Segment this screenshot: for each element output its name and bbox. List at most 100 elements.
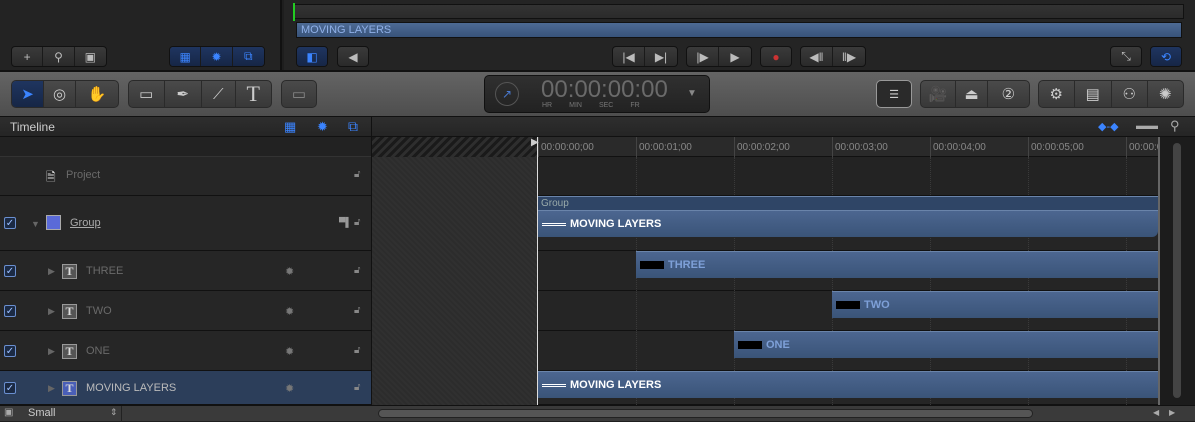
layers-panel-icon[interactable]: ▦: [170, 47, 202, 66]
expand-triangle-icon[interactable]: ▶: [48, 383, 55, 394]
mask-icon[interactable]: ▭: [282, 81, 316, 107]
playhead[interactable]: [537, 137, 538, 405]
go-end-icon[interactable]: ▶|: [645, 47, 677, 66]
group-clip-moving-layers[interactable]: MOVING LAYERS: [538, 210, 1158, 237]
timecode-dropdown-icon[interactable]: ▼: [687, 88, 697, 99]
lock-icon[interactable]: 🔓︎: [354, 169, 360, 180]
clip-two[interactable]: TWO: [832, 291, 1158, 318]
clip-moving-layers[interactable]: MOVING LAYERS: [538, 371, 1158, 398]
next-frame-icon[interactable]: ‖▶: [833, 47, 865, 66]
visibility-checkbox[interactable]: ✓: [4, 217, 16, 229]
collapse-triangle-icon[interactable]: ▼: [31, 219, 40, 229]
expand-triangle-icon[interactable]: ▶: [48, 346, 55, 357]
vertical-scroll-thumb[interactable]: [1173, 143, 1181, 398]
scroll-right-icon[interactable]: ▶: [1169, 408, 1175, 417]
grid-line: [1126, 157, 1127, 405]
layers-view-icon[interactable]: ▦: [284, 119, 296, 135]
play-icon[interactable]: ▶: [719, 47, 751, 66]
timecode-display: ↗ 00:00:00:00 HR MIN SEC FR ▼: [484, 75, 710, 113]
gear-icon[interactable]: ✹: [317, 119, 328, 135]
filters-icon[interactable]: ▤: [1075, 81, 1112, 107]
layer-panel-icon[interactable]: ◧: [297, 47, 327, 66]
fullscreen-icon[interactable]: ⤡: [1111, 47, 1141, 66]
layer-row[interactable]: ✓ ▶ T TWO ✹ 🔓︎: [0, 291, 371, 331]
layer-row[interactable]: ✓ ▶ T ONE ✹ 🔓︎: [0, 331, 371, 371]
scroll-left-icon[interactable]: ◀: [1153, 408, 1159, 417]
layer-row[interactable]: ✓ ▶ T MOVING LAYERS ✹ 🔓︎: [0, 371, 371, 405]
lock-icon[interactable]: 🔓︎: [354, 345, 360, 356]
ruler-label: 00:00:03;00: [835, 142, 888, 153]
visibility-checkbox[interactable]: ✓: [4, 345, 16, 357]
clip-label: MOVING LAYERS: [570, 379, 662, 391]
layer-row[interactable]: ✓ ▶ T THREE ✹ 🔓︎: [0, 251, 371, 291]
layer-name[interactable]: THREE: [86, 265, 123, 277]
horizontal-scrollbar[interactable]: [378, 409, 1033, 418]
media-stack-icon[interactable]: ⧉: [348, 118, 358, 135]
timecode-value[interactable]: 00:00:00:00: [541, 76, 668, 104]
clip-label: THREE: [668, 259, 706, 271]
zoom-icon[interactable]: ⚲: [1170, 118, 1180, 134]
behavior-gear-icon[interactable]: ✹: [285, 305, 294, 318]
split-icon[interactable]: ▬▬: [1136, 120, 1158, 132]
keyframe-snap-icon[interactable]: ◆-◆: [1098, 120, 1119, 133]
add-icon[interactable]: +: [12, 47, 44, 66]
visibility-checkbox[interactable]: ✓: [4, 265, 16, 277]
audio-icon[interactable]: ◀: [338, 47, 368, 66]
media-icon[interactable]: ⧉: [232, 47, 264, 66]
select-arrow-icon[interactable]: ➤: [12, 81, 44, 107]
ruler-tick: [636, 137, 637, 157]
layer-name[interactable]: Group: [70, 217, 101, 229]
select-arrows-icon[interactable]: ⇕: [110, 407, 118, 418]
mini-clip-bar[interactable]: MOVING LAYERS: [296, 22, 1182, 38]
vertical-scrollbar[interactable]: [1160, 137, 1195, 405]
expand-triangle-icon[interactable]: ▶: [48, 306, 55, 317]
light-icon[interactable]: ⏏: [956, 81, 988, 107]
text-tool-icon[interactable]: T: [236, 81, 271, 107]
lock-icon[interactable]: 🔓︎: [354, 217, 360, 228]
3d-transform-icon[interactable]: ◎: [44, 81, 76, 107]
play-from-start-icon[interactable]: |▶: [687, 47, 720, 66]
layer-name[interactable]: ONE: [86, 345, 110, 357]
bezier-pen-icon[interactable]: ✒: [165, 81, 202, 107]
lock-icon[interactable]: 🔓︎: [354, 382, 360, 393]
go-start-icon[interactable]: |◀: [613, 47, 646, 66]
clock-icon[interactable]: ↗: [495, 82, 519, 106]
pan-hand-icon[interactable]: ✋: [76, 81, 118, 107]
lock-icon[interactable]: 🔓︎: [354, 265, 360, 276]
behavior-gear-icon[interactable]: ✹: [285, 265, 294, 278]
rectangle-icon[interactable]: ▭: [129, 81, 165, 107]
clip-one[interactable]: ONE: [734, 331, 1158, 358]
clip-three[interactable]: THREE: [636, 251, 1158, 278]
visibility-checkbox[interactable]: ✓: [4, 305, 16, 317]
layer-name[interactable]: TWO: [86, 305, 112, 317]
layer-row-project[interactable]: 🗎 Project 🔓︎: [0, 157, 371, 196]
rig-icon[interactable]: ②: [988, 81, 1029, 107]
replicator-icon[interactable]: ⚇: [1112, 81, 1148, 107]
group-2d-icon[interactable]: ▀▌: [339, 217, 352, 227]
layer-name[interactable]: MOVING LAYERS: [86, 382, 176, 394]
camera-icon[interactable]: 🎥: [921, 81, 957, 107]
layer-row-group[interactable]: ✓ ▼ Group ▀▌ 🔓︎: [0, 196, 371, 251]
prev-frame-icon[interactable]: ◀‖: [801, 47, 834, 66]
search-icon[interactable]: ⚲: [43, 47, 75, 66]
clip-label: MOVING LAYERS: [570, 218, 662, 230]
size-select[interactable]: Small: [28, 407, 56, 419]
hud-icon[interactable]: ☰: [877, 81, 911, 107]
playhead-handle-icon[interactable]: ▶: [531, 137, 539, 148]
behavior-gear-icon[interactable]: ✹: [285, 345, 294, 358]
lock-icon[interactable]: 🔓︎: [354, 305, 360, 316]
record-icon[interactable]: ●: [761, 47, 791, 66]
mini-ruler[interactable]: [294, 4, 1184, 19]
behaviors-gear-icon[interactable]: ⚙: [1039, 81, 1075, 107]
loop-icon[interactable]: ⟲: [1151, 47, 1181, 66]
playhead-icon[interactable]: [293, 3, 299, 21]
grid-line: [1028, 157, 1029, 405]
thumbnail-icon[interactable]: ▣: [75, 47, 106, 66]
group-clip-header[interactable]: Group: [538, 196, 1158, 210]
expand-triangle-icon[interactable]: ▶: [48, 266, 55, 277]
visibility-checkbox[interactable]: ✓: [4, 382, 16, 394]
gear-icon[interactable]: ✹: [201, 47, 233, 66]
particle-emitter-icon[interactable]: ✺: [1148, 81, 1183, 107]
paint-brush-icon[interactable]: ⟋: [202, 81, 236, 107]
behavior-gear-icon[interactable]: ✹: [285, 382, 294, 395]
